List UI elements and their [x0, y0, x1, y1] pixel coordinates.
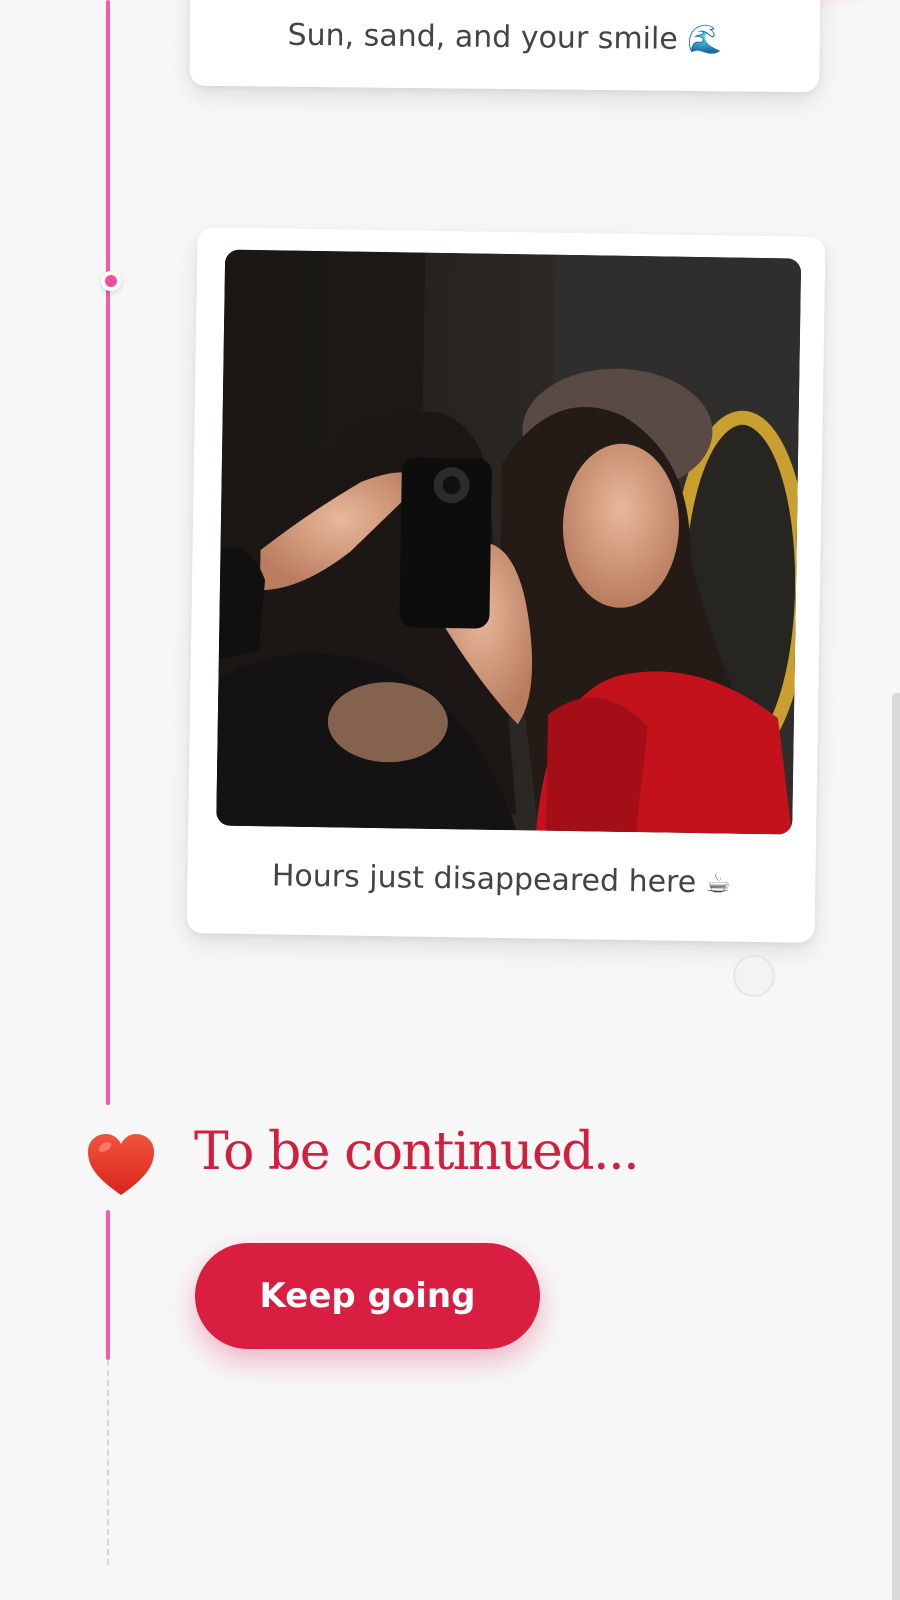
- memory-photo-image: [216, 249, 802, 835]
- keep-going-button[interactable]: Keep going: [195, 1243, 540, 1349]
- memory-card[interactable]: Hours just disappeared here ☕: [186, 227, 826, 943]
- memory-caption-text: Hours just disappeared here: [271, 858, 697, 901]
- memory-caption-text: Sun, sand, and your smile: [287, 17, 678, 57]
- scrollbar[interactable]: [892, 693, 900, 1600]
- decorative-circle: [733, 955, 775, 997]
- memory-caption: Sun, sand, and your smile 🌊: [190, 17, 820, 59]
- timeline-line-bottom: [106, 1210, 110, 1360]
- continued-title: To be continued...: [194, 1122, 640, 1182]
- timeline-line: [106, 0, 110, 1105]
- timeline-dashed-tail: [107, 1360, 109, 1565]
- coffee-icon: ☕: [705, 866, 732, 900]
- wave-icon: 🌊: [687, 22, 723, 57]
- timeline-dot: [101, 271, 121, 291]
- memory-card[interactable]: Sun, sand, and your smile 🌊: [189, 0, 821, 93]
- heart-icon: [88, 1134, 154, 1195]
- memory-caption: Hours just disappeared here ☕: [187, 857, 815, 902]
- memory-photo: [216, 249, 802, 835]
